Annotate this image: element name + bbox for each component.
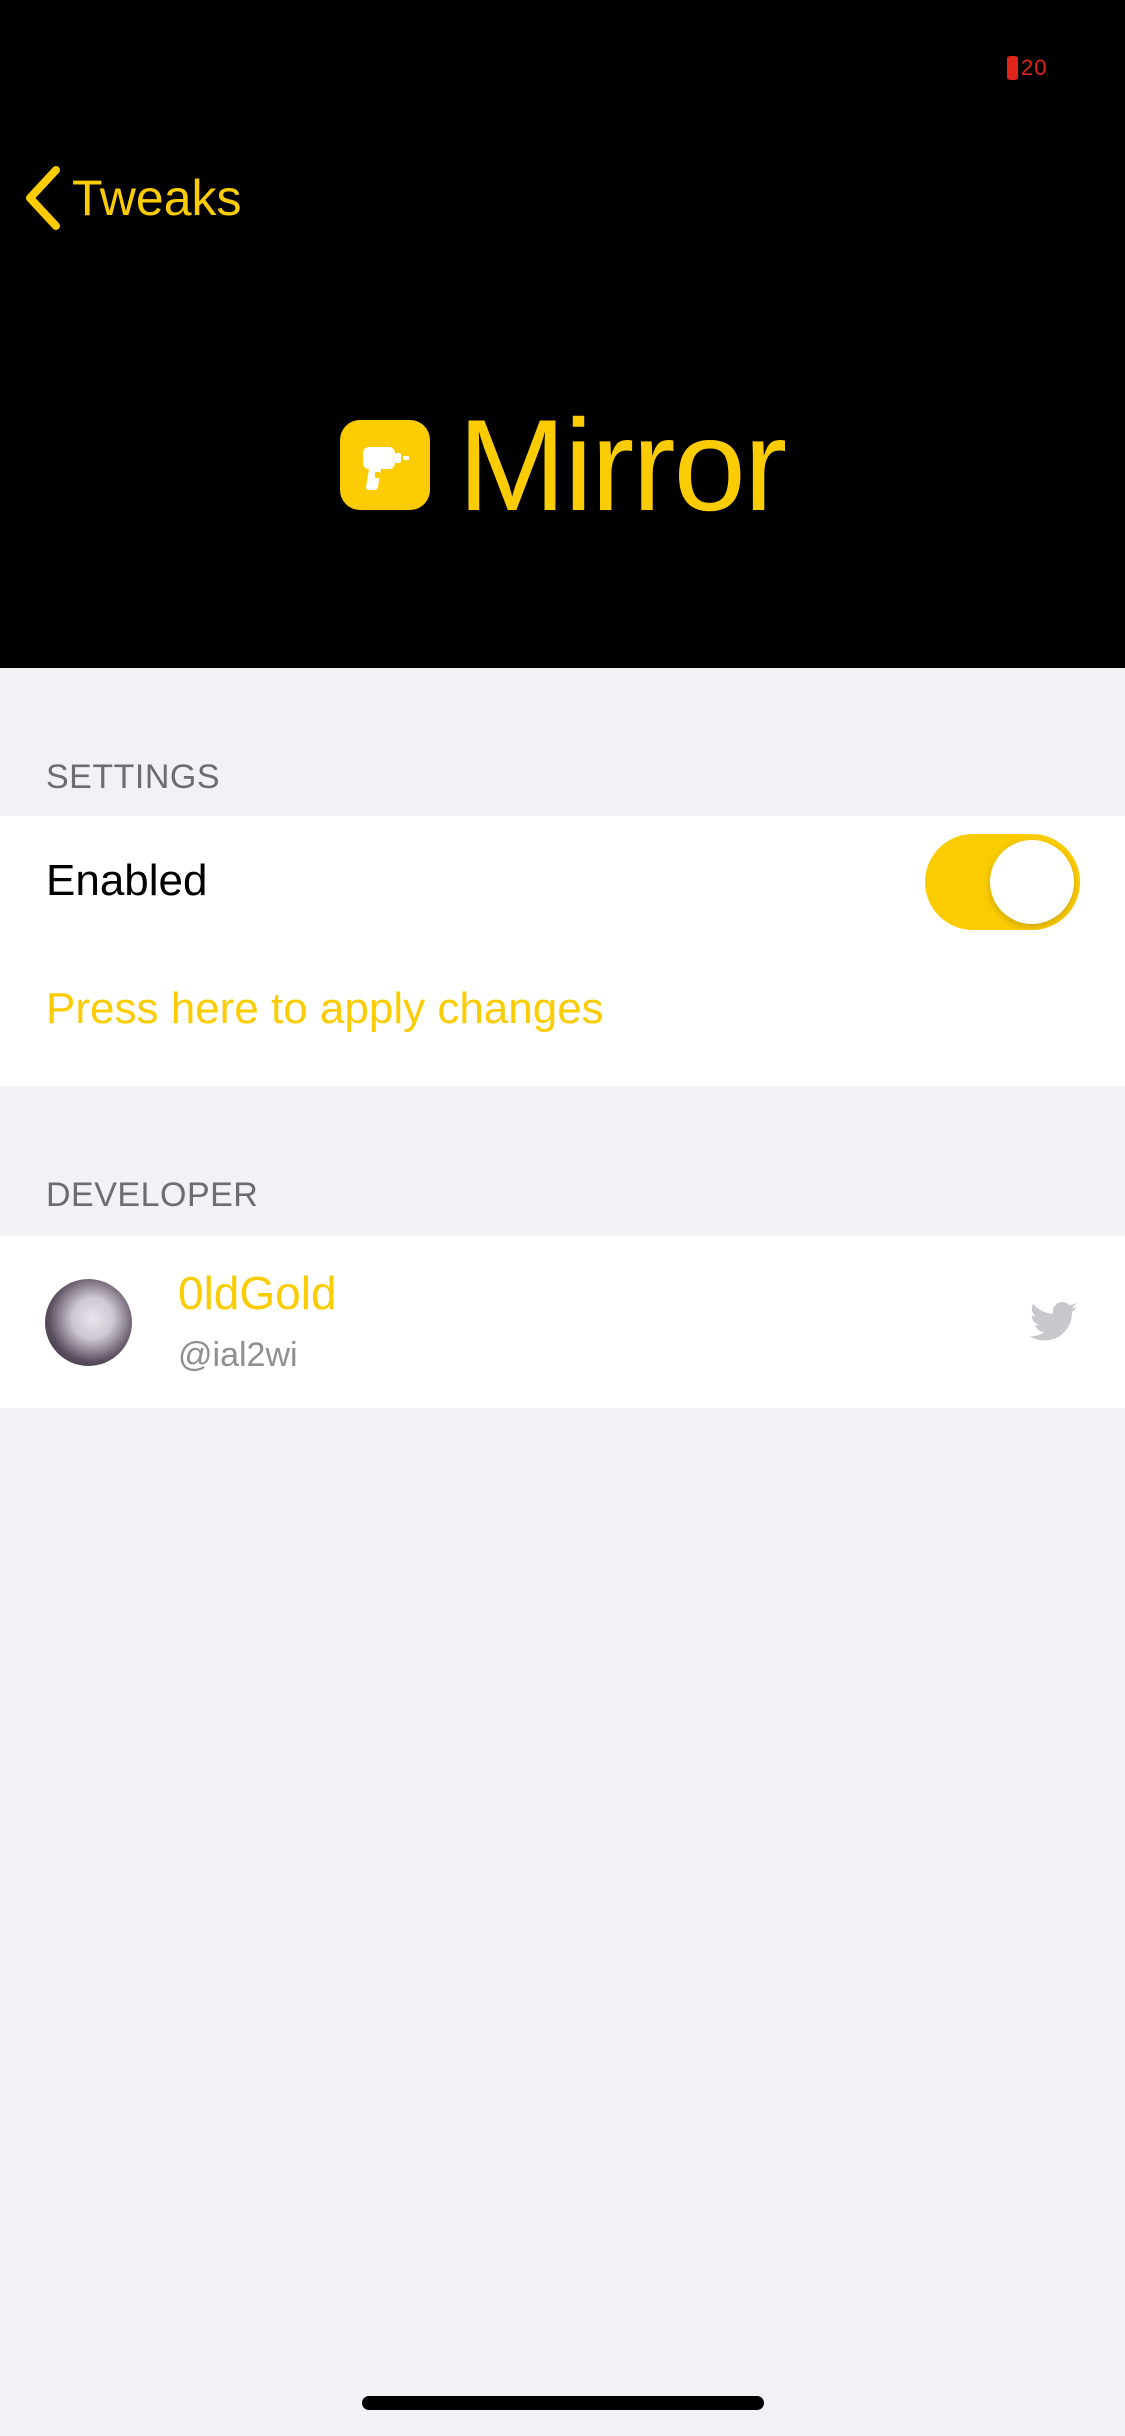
battery-level: 20 [1021,55,1048,80]
twitter-icon [1030,1302,1078,1341]
apply-changes-button[interactable]: Press here to apply changes [0,952,1125,1086]
chevron-left-icon [26,166,60,230]
back-button[interactable]: Tweaks [22,162,242,234]
toggle-knob [990,840,1074,924]
settings-section-header: SETTINGS [46,758,221,796]
developer-handle: @ial2wi [178,1336,298,1374]
settings-group: Enabled Press here to apply changes [0,816,1125,1086]
developer-group: 0ldGold @ial2wi [0,1236,1125,1408]
developer-name: 0ldGold [178,1267,337,1319]
back-label: Tweaks [72,170,242,226]
developer-section-header: DEVELOPER [46,1176,259,1214]
enabled-row: Enabled [0,816,1125,952]
battery-icon [1007,56,1018,80]
enabled-toggle[interactable] [925,834,1080,930]
enabled-label: Enabled [46,856,208,905]
developer-row[interactable]: 0ldGold @ial2wi [0,1236,1125,1408]
page-title: Mirror [457,392,787,538]
home-indicator[interactable] [362,2396,764,2410]
header: 20 Tweaks Mirror [0,0,1125,668]
brand: Mirror [0,400,1125,530]
drill-icon [339,420,430,510]
apply-changes-label: Press here to apply changes [46,984,604,1033]
battery-indicator: 20 [1007,55,1047,81]
avatar [45,1279,132,1366]
